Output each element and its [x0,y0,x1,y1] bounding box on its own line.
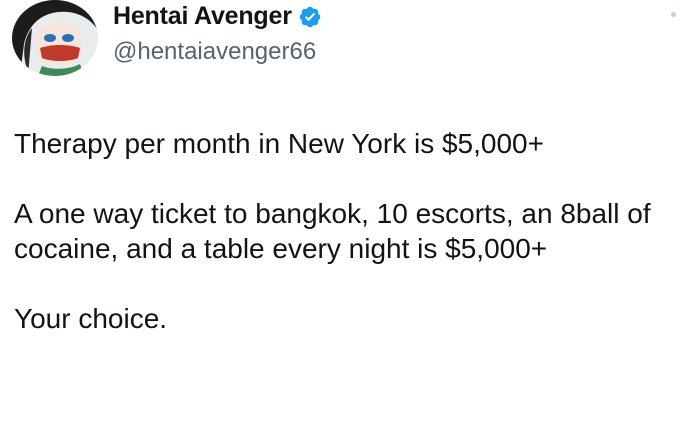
display-name[interactable]: Hentai Avenger [113,2,292,31]
tweet-paragraph: A one way ticket to bangkok, 10 escorts,… [14,198,651,264]
tweet-paragraph: Your choice. [14,303,168,334]
author-handle[interactable]: @hentaiavenger66 [113,38,316,66]
avatar[interactable] [12,0,98,76]
tweet-paragraph: Therapy per month in New York is $5,000+ [14,128,544,159]
more-options-icon[interactable] [671,12,676,17]
tweet: Hentai Avenger @hentaiavenger66 Therapy … [0,0,680,427]
avatar-illustration [12,0,98,76]
author-name-row[interactable]: Hentai Avenger [113,2,322,31]
tweet-text: Therapy per month in New York is $5,000+… [14,126,664,336]
verified-badge-icon [298,5,322,29]
